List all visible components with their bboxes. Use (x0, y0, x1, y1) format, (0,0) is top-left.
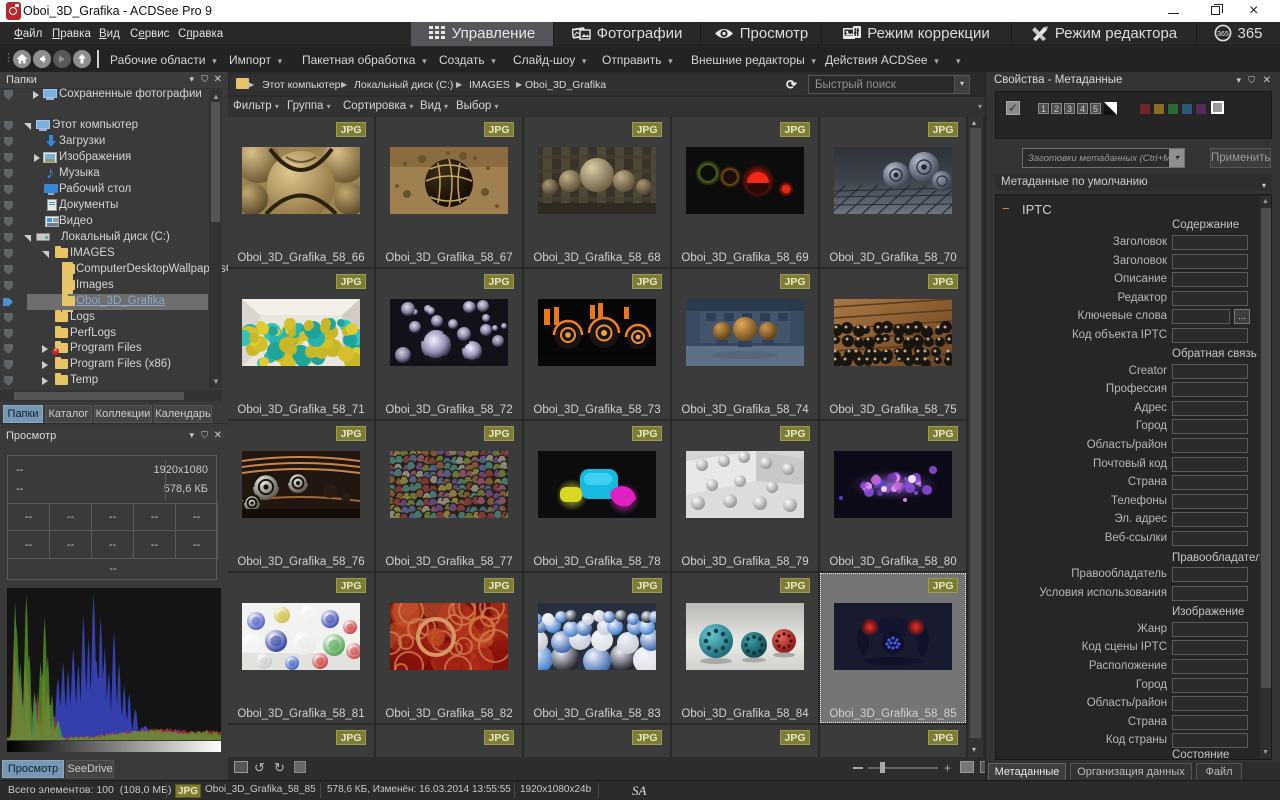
svg-text:365: 365 (1218, 31, 1230, 38)
